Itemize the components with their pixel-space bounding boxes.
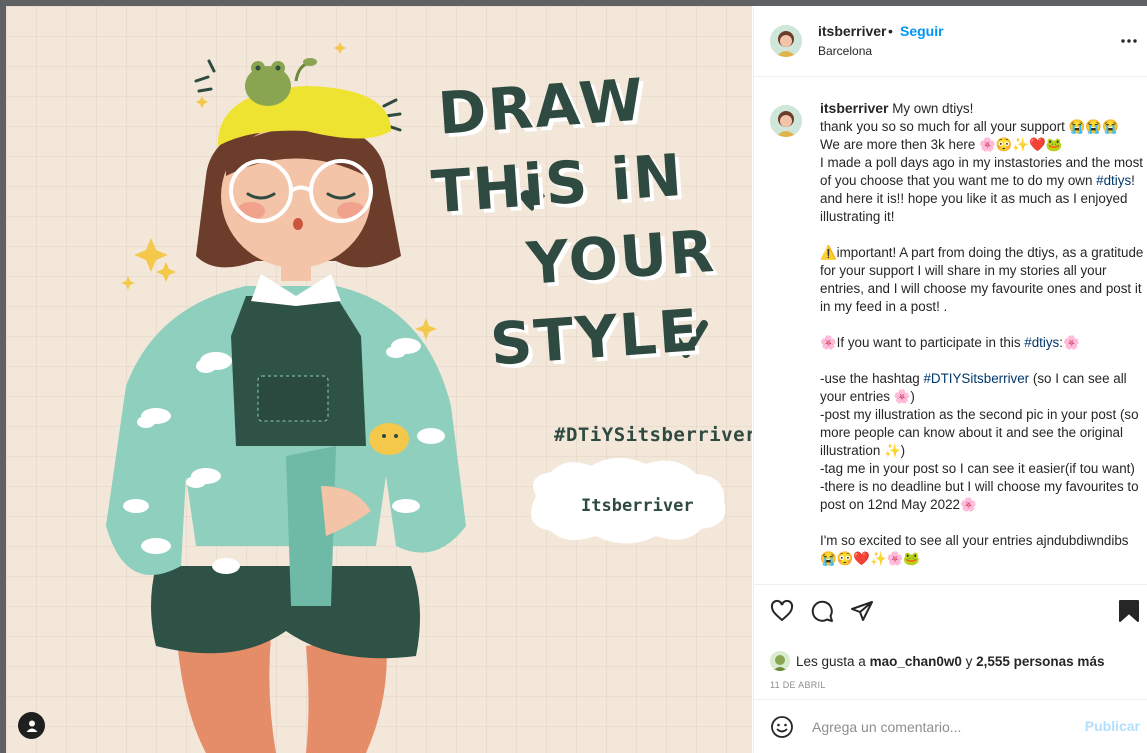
- caption-line: ⚠️important! A part from doing the dtiys…: [820, 245, 1147, 314]
- save-button[interactable]: [1118, 599, 1140, 628]
- more-options-icon: [1121, 39, 1137, 43]
- caption-line: -there is no deadline but I will choose …: [820, 479, 1143, 512]
- likes-connector: y: [961, 654, 977, 669]
- hashtag-link[interactable]: #DTIYSitsberriver: [923, 371, 1029, 386]
- smiley-icon: [771, 716, 793, 738]
- instagram-post-modal: DRAW THiS iN YOUR STYLE #DTiYSitsberrive…: [6, 6, 1147, 753]
- paper-plane-icon: [851, 601, 873, 621]
- emoji-button[interactable]: [770, 715, 794, 744]
- share-button[interactable]: [850, 599, 874, 628]
- follow-button[interactable]: Seguir: [900, 23, 944, 39]
- caption-line: 😭😳❤️✨🌸🐸: [820, 551, 921, 566]
- avatar-image: [770, 105, 802, 137]
- caption-username[interactable]: itsberriver: [820, 100, 888, 116]
- avatar-image: [770, 651, 790, 671]
- artwork-title-line: YOUR: [524, 216, 718, 298]
- liker-username[interactable]: mao_chan0w0: [870, 654, 962, 669]
- publish-button[interactable]: Publicar: [1085, 718, 1140, 734]
- post-actions: Les gusta a mao_chan0w0 y 2,555 personas…: [754, 584, 1147, 700]
- post-header: itsberriver • Seguir Barcelona: [754, 6, 1147, 77]
- post-date[interactable]: 11 DE ABRIL: [770, 680, 826, 690]
- comment-bar: Publicar: [754, 699, 1147, 753]
- heart-icon: [770, 599, 794, 622]
- caption-line: My own dtiys!: [888, 101, 974, 116]
- artwork-hashtag: #DTiYSitsberriver: [554, 424, 752, 446]
- caption-scroll-area[interactable]: itsberriver My own dtiys! thank you so s…: [754, 77, 1147, 584]
- comment-icon: [811, 600, 833, 622]
- hashtag-link[interactable]: #dtiys: [1096, 173, 1131, 188]
- caption-line: -use the hashtag: [820, 371, 924, 386]
- separator-dot: •: [888, 23, 893, 39]
- avatar[interactable]: [770, 25, 802, 57]
- post-image: DRAW THiS iN YOUR STYLE #DTiYSitsberrive…: [6, 6, 752, 753]
- artwork-title: DRAW THiS iN YOUR STYLE: [429, 54, 752, 386]
- likes-prefix: Les gusta a: [796, 654, 870, 669]
- post-caption: itsberriver My own dtiys! thank you so s…: [820, 99, 1146, 568]
- location-link[interactable]: Barcelona: [818, 44, 872, 58]
- comment-button[interactable]: [810, 599, 834, 628]
- caption-line: thank you so so much for all your suppor…: [820, 119, 1119, 134]
- avatar-image: [770, 25, 802, 57]
- caption-line: We are more then 3k here 🌸😳✨❤️🐸: [820, 137, 1063, 152]
- header-username[interactable]: itsberriver: [818, 23, 886, 39]
- likes-count-link[interactable]: 2,555 personas más: [976, 654, 1104, 669]
- like-button[interactable]: [770, 599, 794, 628]
- tagged-users-button[interactable]: [18, 712, 45, 739]
- more-options-button[interactable]: [1120, 31, 1138, 49]
- caption-line: -post my illustration as the second pic …: [820, 407, 1143, 458]
- hashtag-link[interactable]: #dtiys: [1024, 335, 1059, 350]
- comment-input[interactable]: [810, 718, 1074, 736]
- caption-avatar[interactable]: [770, 105, 802, 137]
- artwork-signature: Itsberriver: [581, 496, 694, 516]
- likes-summary: Les gusta a mao_chan0w0 y 2,555 personas…: [770, 651, 1104, 671]
- caption-line: -tag me in your post so I can see it eas…: [820, 461, 1135, 476]
- post-side-panel: itsberriver • Seguir Barcelona itsberriv…: [753, 6, 1147, 753]
- caption-line: 🌸If you want to participate in this: [820, 335, 1025, 350]
- caption-line: I'm so excited to see all your entries a…: [820, 533, 1129, 548]
- bookmark-icon: [1119, 600, 1139, 622]
- liker-avatar[interactable]: [770, 651, 790, 671]
- user-icon: [26, 720, 37, 732]
- caption-line: :🌸: [1059, 335, 1080, 350]
